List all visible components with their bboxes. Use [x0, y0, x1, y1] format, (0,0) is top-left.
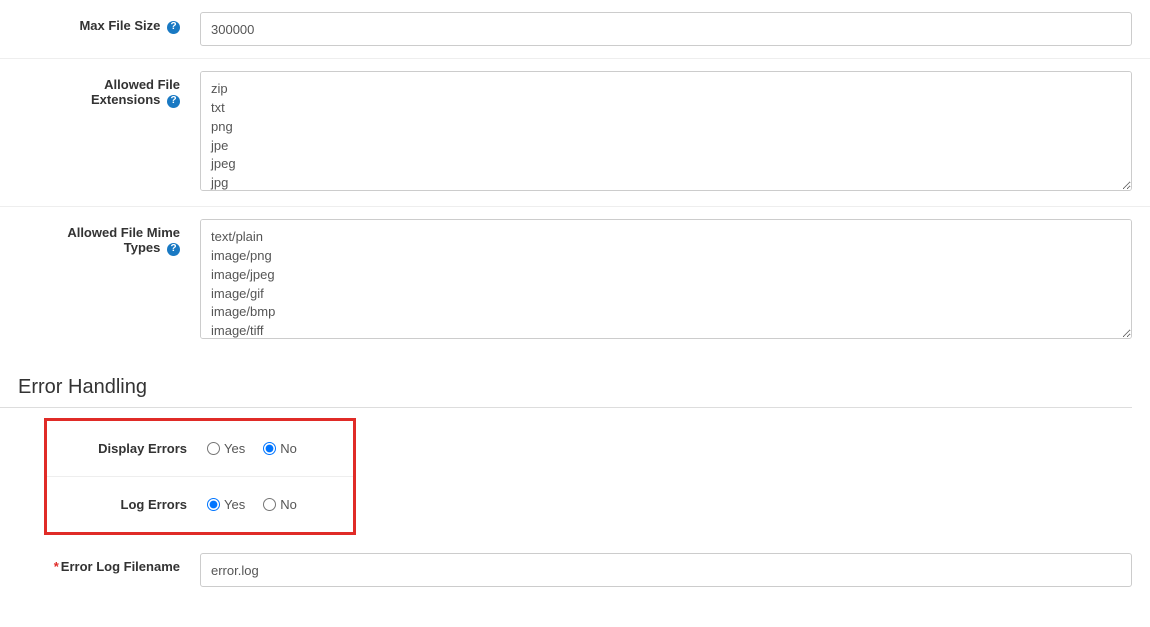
- display-errors-no[interactable]: No: [263, 441, 297, 456]
- max-file-size-input[interactable]: [200, 12, 1132, 46]
- log-errors-yes-radio[interactable]: [207, 498, 220, 511]
- label-allowed-extensions-l1: Allowed File: [104, 77, 180, 92]
- label-allowed-extensions-l2: Extensions: [91, 92, 160, 107]
- error-log-filename-input[interactable]: [200, 553, 1132, 587]
- row-log-errors: Log Errors Yes No: [47, 477, 353, 532]
- control-error-log-filename: [200, 553, 1150, 587]
- control-display-errors: Yes No: [207, 441, 353, 456]
- control-allowed-mime: [200, 219, 1150, 342]
- row-allowed-extensions: Allowed File Extensions ?: [0, 59, 1150, 207]
- required-indicator: *: [54, 559, 59, 574]
- row-max-file-size: Max File Size ?: [0, 0, 1150, 59]
- log-errors-yes[interactable]: Yes: [207, 497, 245, 512]
- label-allowed-mime-l2: Types: [124, 240, 161, 255]
- option-no-label: No: [280, 441, 297, 456]
- allowed-extensions-textarea[interactable]: [200, 71, 1132, 191]
- control-max-file-size: [200, 12, 1150, 46]
- label-error-log-filename-text: Error Log Filename: [61, 559, 180, 574]
- label-max-file-size-text: Max File Size: [79, 18, 160, 33]
- row-error-log-filename: *Error Log Filename: [0, 541, 1150, 599]
- allowed-mime-textarea[interactable]: [200, 219, 1132, 339]
- section-error-handling-heading: Error Handling: [0, 362, 1132, 408]
- label-error-log-filename: *Error Log Filename: [0, 553, 200, 574]
- label-log-errors: Log Errors: [47, 497, 207, 512]
- log-errors-no-radio[interactable]: [263, 498, 276, 511]
- option-no-label: No: [280, 497, 297, 512]
- label-allowed-extensions: Allowed File Extensions ?: [0, 71, 200, 109]
- display-errors-yes-radio[interactable]: [207, 442, 220, 455]
- help-icon[interactable]: ?: [167, 243, 180, 256]
- display-errors-no-radio[interactable]: [263, 442, 276, 455]
- label-max-file-size: Max File Size ?: [0, 12, 200, 35]
- control-allowed-extensions: [200, 71, 1150, 194]
- row-display-errors: Display Errors Yes No: [47, 421, 353, 477]
- help-icon[interactable]: ?: [167, 95, 180, 108]
- control-log-errors: Yes No: [207, 497, 353, 512]
- display-errors-yes[interactable]: Yes: [207, 441, 245, 456]
- label-display-errors: Display Errors: [47, 441, 207, 456]
- row-allowed-mime: Allowed File Mime Types ?: [0, 207, 1150, 354]
- option-yes-label: Yes: [224, 441, 245, 456]
- label-allowed-mime: Allowed File Mime Types ?: [0, 219, 200, 257]
- option-yes-label: Yes: [224, 497, 245, 512]
- label-allowed-mime-l1: Allowed File Mime: [67, 225, 180, 240]
- log-errors-no[interactable]: No: [263, 497, 297, 512]
- help-icon[interactable]: ?: [167, 21, 180, 34]
- highlight-box: Display Errors Yes No Log Errors Yes: [44, 418, 356, 535]
